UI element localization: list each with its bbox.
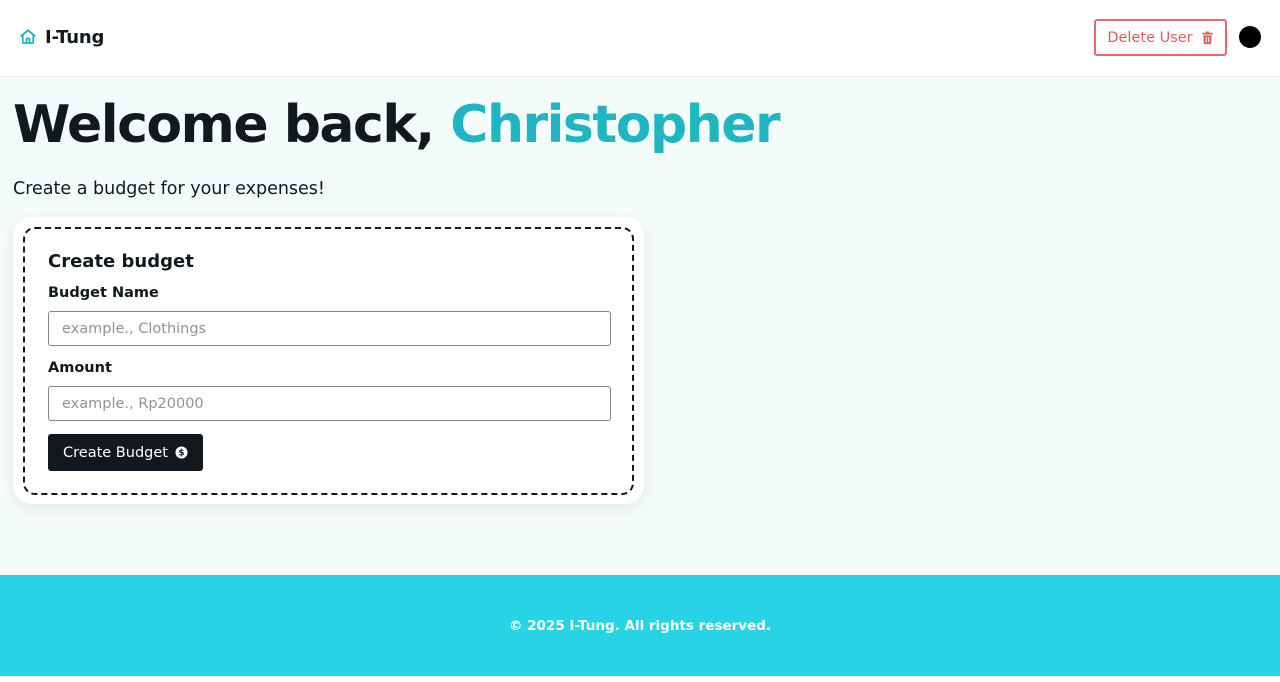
svg-text:$: $: [178, 449, 184, 459]
top-navbar: I-Tung Delete User: [0, 0, 1280, 77]
delete-user-button[interactable]: Delete User: [1094, 19, 1227, 56]
trash-icon: [1201, 30, 1214, 45]
create-budget-form: Create budget Budget Name Amount Create …: [23, 227, 634, 495]
welcome-heading: Welcome back, Christopher: [13, 93, 781, 157]
welcome-prefix: Welcome back,: [13, 95, 451, 155]
budget-name-input[interactable]: [48, 311, 611, 346]
brand-home-link[interactable]: I-Tung: [19, 26, 104, 48]
brand-name: I-Tung: [45, 26, 105, 48]
dollar-circle-icon: $: [175, 446, 188, 459]
create-budget-card: Create budget Budget Name Amount Create …: [13, 217, 644, 504]
welcome-subtitle: Create a budget for your expenses!: [13, 179, 325, 199]
create-budget-label: Create Budget: [63, 444, 168, 461]
create-budget-button[interactable]: Create Budget $: [48, 434, 203, 471]
user-name: Christopher: [450, 95, 780, 155]
amount-label: Amount: [48, 360, 112, 376]
main-content: Welcome back, Christopher Create a budge…: [0, 77, 1280, 575]
avatar[interactable]: [1239, 26, 1261, 48]
home-icon: [19, 28, 37, 46]
copyright-text: © 2025 I-Tung. All rights reserved.: [508, 617, 772, 634]
delete-user-label: Delete User: [1107, 29, 1193, 46]
form-title: Create budget: [48, 251, 194, 272]
budget-name-label: Budget Name: [48, 285, 159, 301]
page-bottom-edge: [0, 676, 1280, 682]
amount-input[interactable]: [48, 386, 611, 421]
page-footer: © 2025 I-Tung. All rights reserved.: [0, 575, 1280, 676]
